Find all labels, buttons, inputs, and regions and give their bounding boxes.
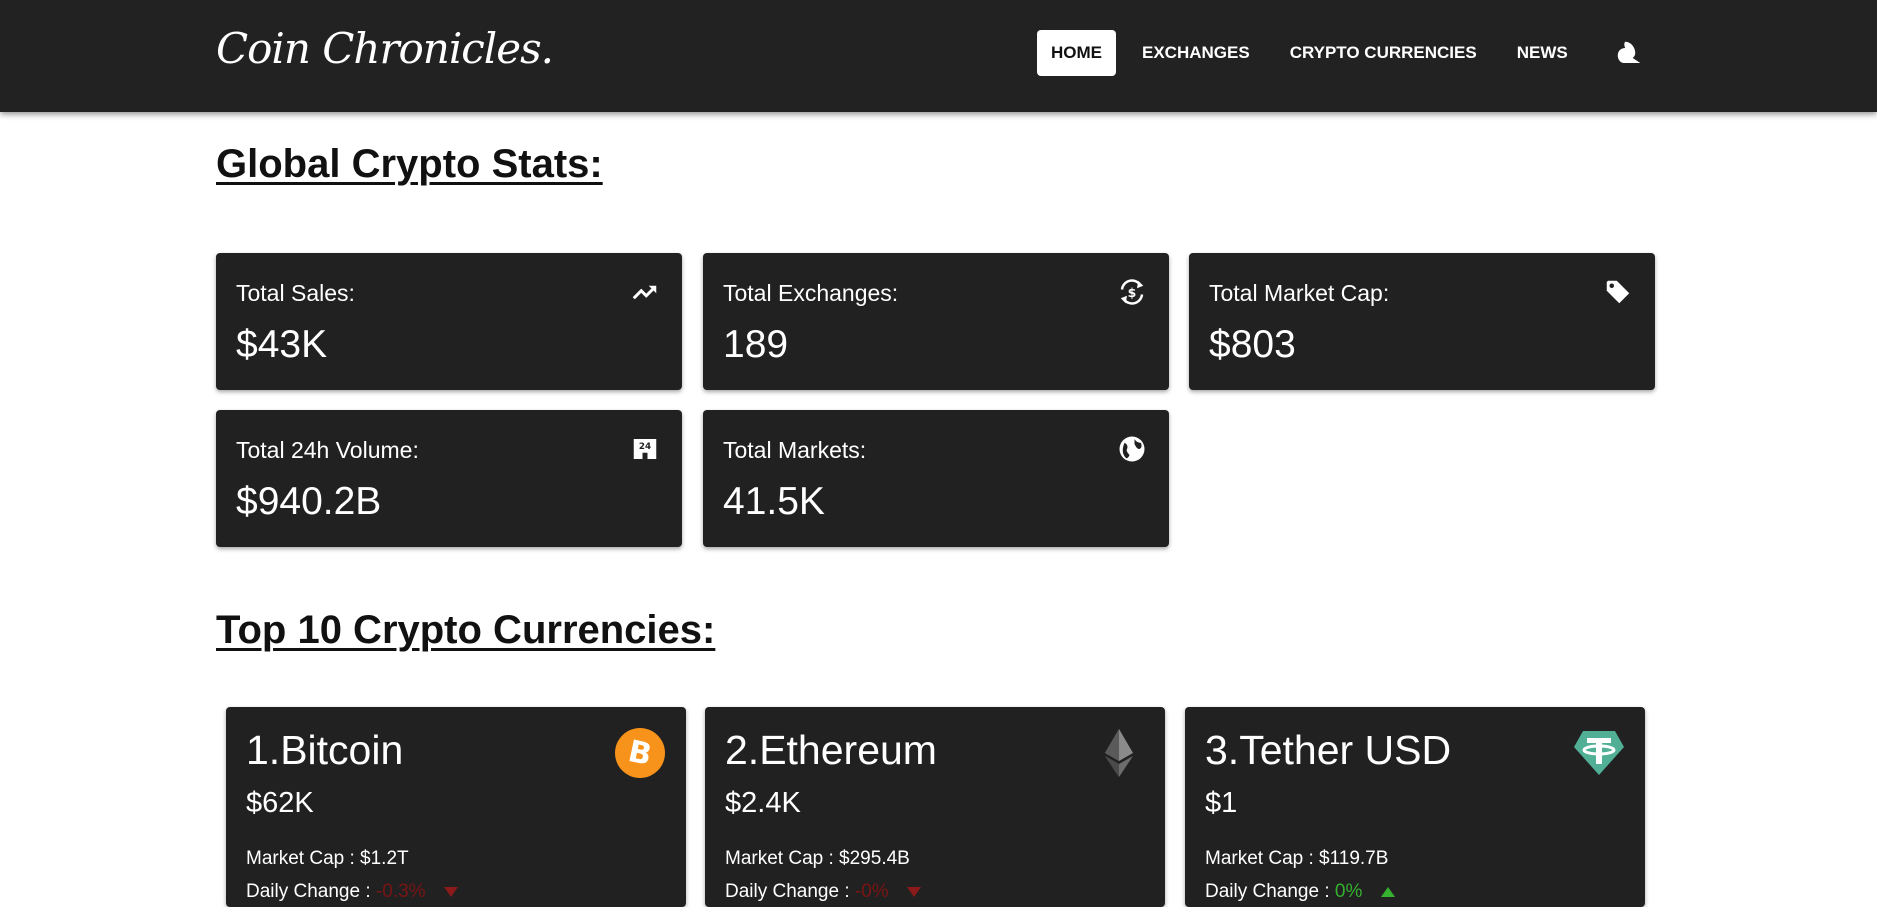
arrow-up-icon [1380, 886, 1395, 897]
tether-logo-icon [1574, 731, 1624, 775]
stat-label: Total 24h Volume: [236, 437, 419, 463]
coin-card-bitcoin[interactable]: 1.Bitcoin B $62K Market Cap : $1.2T Dail… [226, 707, 686, 907]
ethereum-logo-icon [1105, 729, 1133, 777]
bitcoin-logo-icon: B [615, 728, 665, 778]
coin-price: $1 [1205, 787, 1238, 819]
stat-card-total-exchanges: Total Exchanges: 189 $ [703, 253, 1169, 390]
navbar: Coin Chronicles. HOME EXCHANGES CRYPTO C… [0, 0, 1877, 112]
coin-market-cap: Market Cap : $119.7B [1205, 848, 1388, 870]
coin-name: 3.Tether USD [1205, 727, 1452, 773]
coin-market-cap: Market Cap : $295.4B [725, 848, 910, 870]
stat-value: $803 [1209, 323, 1296, 366]
daily-change-label: Daily Change : [725, 881, 850, 902]
stat-label: Total Sales: [236, 280, 355, 306]
nav-link-news[interactable]: NEWS [1503, 30, 1582, 76]
market-cap-value: $1.2T [360, 848, 409, 869]
theme-toggle-button[interactable] [1614, 38, 1644, 68]
stat-value: 41.5K [723, 480, 825, 523]
arrow-down-icon [906, 886, 921, 897]
daily-change-value: -0% [854, 881, 889, 902]
svg-text:$: $ [1128, 285, 1137, 300]
nav-link-home[interactable]: HOME [1037, 30, 1116, 76]
coin-price: $2.4K [725, 787, 801, 819]
market-cap-value: $119.7B [1319, 848, 1389, 869]
coin-name: 2.Ethereum [725, 727, 937, 773]
globe-icon [1119, 436, 1145, 462]
currency-exchange-icon: $ [1120, 279, 1144, 305]
market-cap-label: Market Cap : [246, 848, 355, 869]
stat-value: $940.2B [236, 480, 382, 523]
global-stats-title: Global Crypto Stats: [216, 142, 603, 186]
coin-name: 1.Bitcoin [246, 727, 404, 773]
market-cap-label: Market Cap : [725, 848, 834, 869]
stat-label: Total Market Cap: [1209, 280, 1390, 306]
top-coins-title: Top 10 Crypto Currencies: [216, 608, 716, 652]
nav-links: HOME EXCHANGES CRYPTO CURRENCIES NEWS [1037, 30, 1594, 76]
trending-up-icon [632, 285, 657, 300]
site-logo[interactable]: Coin Chronicles. [216, 24, 554, 73]
stat-value: 189 [723, 323, 789, 366]
daily-change-value: 0% [1334, 881, 1363, 902]
coin-market-cap: Market Cap : $1.2T [246, 848, 409, 870]
stat-value: $43K [236, 323, 328, 366]
nav-link-exchanges[interactable]: EXCHANGES [1128, 30, 1264, 76]
stat-card-total-markets: Total Markets: 41.5K [703, 410, 1169, 547]
nav-link-crypto-currencies[interactable]: CRYPTO CURRENCIES [1276, 30, 1491, 76]
24h-store-icon: 24 [633, 439, 657, 459]
stat-card-total-24h-volume: Total 24h Volume: $940.2B 24 [216, 410, 682, 547]
market-cap-value: $295.4B [839, 848, 910, 869]
daily-change-label: Daily Change : [246, 881, 371, 902]
stat-card-total-market-cap: Total Market Cap: $803 [1189, 253, 1655, 390]
coin-daily-change: Daily Change : -0% [725, 881, 922, 903]
svg-text:24: 24 [639, 442, 651, 452]
daily-change-label: Daily Change : [1205, 881, 1330, 902]
coin-price: $62K [246, 787, 314, 819]
daily-change-value: -0.3% [375, 881, 426, 902]
stat-label: Total Markets: [723, 437, 867, 463]
stat-label: Total Exchanges: [723, 280, 899, 306]
coin-card-tether-usd[interactable]: 3.Tether USD $1 Market Cap : $119.7B Dai… [1185, 707, 1645, 907]
moon-icon [1617, 41, 1641, 63]
coin-daily-change: Daily Change : 0% [1205, 881, 1396, 903]
coin-card-ethereum[interactable]: 2.Ethereum $2.4K Market Cap : $295.4B Da… [705, 707, 1165, 907]
stat-card-total-sales: Total Sales: $43K [216, 253, 682, 390]
coin-daily-change: Daily Change : -0.3% [246, 881, 459, 903]
market-cap-label: Market Cap : [1205, 848, 1314, 869]
tag-icon [1606, 280, 1630, 304]
arrow-down-icon [443, 886, 458, 897]
